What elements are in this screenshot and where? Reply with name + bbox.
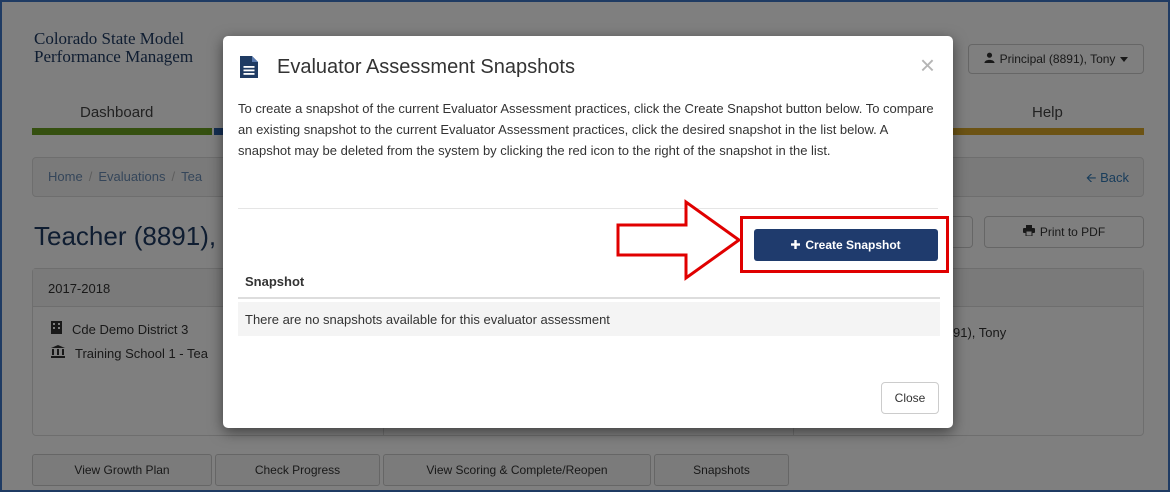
snapshots-modal: Evaluator Assessment Snapshots × To crea… <box>223 36 953 428</box>
plus-icon <box>791 238 801 252</box>
modal-divider <box>238 208 938 209</box>
close-icon[interactable]: × <box>920 52 935 78</box>
document-icon <box>240 56 258 83</box>
modal-description: To create a snapshot of the current Eval… <box>238 101 934 158</box>
empty-state-row: There are no snapshots available for thi… <box>238 302 940 336</box>
create-snapshot-label: Create Snapshot <box>805 238 901 252</box>
snapshot-column-header: Snapshot <box>238 268 940 299</box>
app-window: Colorado State Model Performance Managem… <box>0 0 1170 492</box>
close-button[interactable]: Close <box>881 382 939 414</box>
create-snapshot-button[interactable]: Create Snapshot <box>754 229 938 261</box>
modal-title: Evaluator Assessment Snapshots <box>277 56 575 78</box>
